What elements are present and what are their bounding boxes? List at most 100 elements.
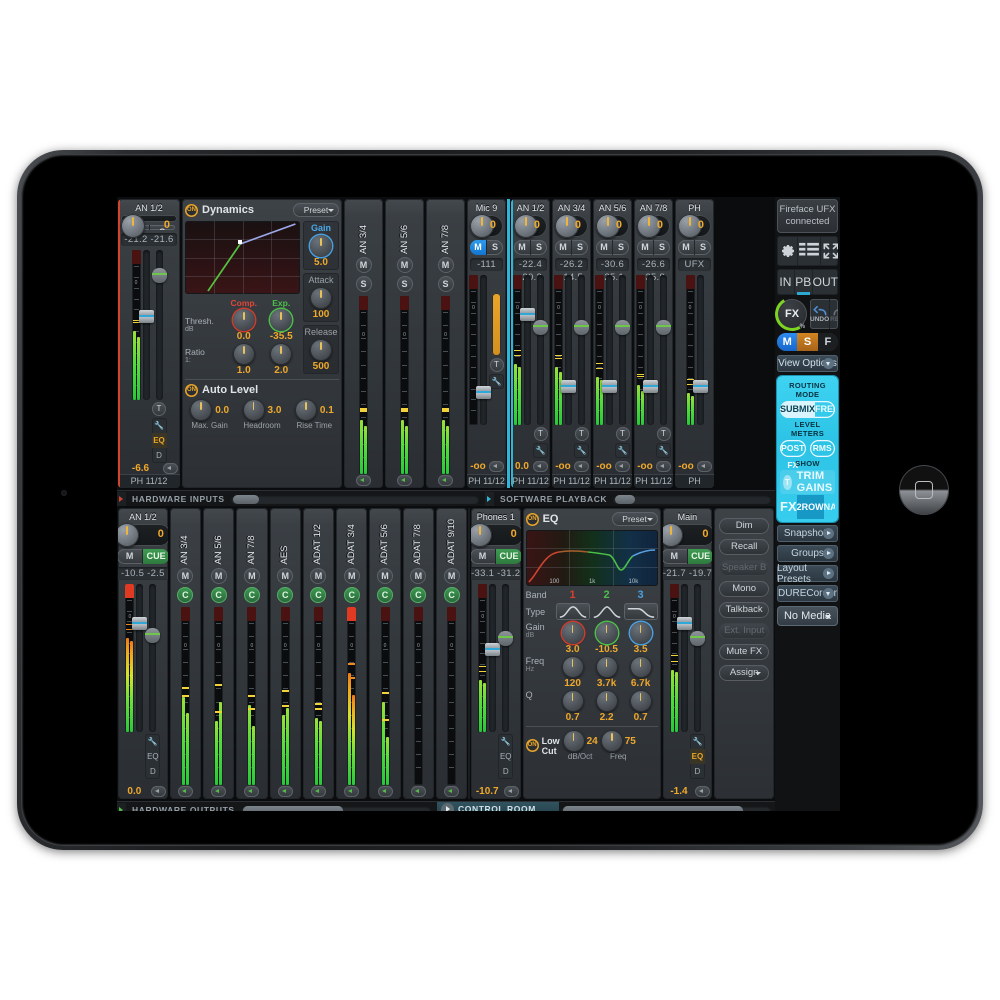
trim-knob[interactable] [662, 523, 684, 547]
eq-freq-knob[interactable] [595, 656, 618, 678]
trim-toggle-button[interactable]: T [152, 402, 166, 416]
trim-toggle-button[interactable]: T [656, 427, 671, 441]
dynamics-curve-handle[interactable] [237, 239, 242, 244]
trim-toggle-icon[interactable]: T [783, 474, 792, 490]
solo-button[interactable]: S [355, 275, 372, 292]
msf-f-button[interactable]: F [817, 333, 838, 351]
mute-button[interactable]: M [471, 549, 495, 564]
control-room-button[interactable]: Talkback [719, 602, 770, 618]
trim-knob-row[interactable]: 0 [514, 214, 547, 238]
dynamics-on-button[interactable]: ON [185, 203, 198, 217]
route-button[interactable] [697, 460, 712, 472]
volume-fader-slot[interactable] [676, 584, 692, 732]
control-room-button[interactable]: Speaker B [719, 560, 770, 576]
volume-fader-slot[interactable] [132, 584, 148, 732]
eq-button[interactable]: EQ [151, 433, 167, 448]
channel-strip[interactable]: ADAT 7/8 M C 0 [402, 508, 434, 799]
volume-fader-handle[interactable] [485, 643, 501, 656]
gain-fader-slot[interactable] [533, 275, 548, 425]
phones-assign-label[interactable]: PH 11/12 [634, 474, 673, 488]
scroll-thumb[interactable] [242, 805, 343, 811]
undo-button[interactable]: UNDO [810, 299, 829, 329]
channel-strip[interactable]: AN 3/4 M S 0 [344, 199, 383, 488]
control-room-button[interactable]: Mute FX [719, 644, 770, 660]
eq-freq-knob[interactable] [629, 656, 652, 678]
channel-strip[interactable]: Phones 1 0 M CUE -33.1 -31.2 0 🔧 EQ D -1… [470, 508, 521, 799]
fullscreen-icon[interactable] [820, 236, 838, 266]
channel-strip[interactable]: Main 0 M CUE -21.7 -19.7 0 🔧 EQ D -1.4 [662, 508, 713, 799]
comp-ratio-knob[interactable] [232, 343, 255, 365]
phones-assign-label[interactable]: PH 11/12 [118, 474, 180, 488]
io-tab-out[interactable]: OUT [811, 269, 838, 295]
cue-button[interactable]: C [310, 586, 327, 603]
volume-fader-handle[interactable] [602, 380, 617, 393]
route-button[interactable] [177, 786, 193, 798]
dynamics-preset-button[interactable]: Preset [293, 203, 339, 217]
io-tab-pb[interactable]: PB [793, 269, 812, 295]
route-button[interactable] [397, 475, 412, 487]
list-icon[interactable] [797, 236, 820, 266]
hardware-inputs-arrow-icon[interactable] [117, 492, 126, 506]
control-room-scrollbar[interactable] [561, 805, 771, 811]
eq-gain-knob[interactable] [561, 622, 584, 644]
list-button[interactable]: Groups [777, 545, 838, 562]
release-knob[interactable] [310, 339, 332, 361]
dynamics-button[interactable]: D [152, 448, 167, 463]
trim-knob-row[interactable]: 0 [118, 523, 168, 547]
eq-q-knob[interactable] [561, 690, 584, 712]
mute-button[interactable]: M [443, 567, 460, 584]
trim-knob-row[interactable]: 0 [678, 214, 711, 238]
fader-handle[interactable] [145, 628, 161, 643]
channel-strip[interactable]: ADAT 3/4 M C 0 [336, 508, 368, 799]
eq-preset-button[interactable]: Preset [611, 512, 658, 526]
mute-button[interactable]: M [355, 256, 372, 273]
mute-solo-toggle[interactable]: M S [596, 240, 629, 255]
show-option[interactable]: NAMES [824, 495, 835, 519]
low-cut-slope-knob[interactable] [562, 730, 585, 752]
channel-strip[interactable]: AN 7/8 0 M S -26.6 -35.8 0 T [634, 199, 673, 488]
trim-toggle-button[interactable]: T [533, 427, 548, 441]
trim-knob-row[interactable]: 0 [637, 214, 670, 238]
phones-assign-label[interactable]: PH [675, 474, 714, 488]
mute-button[interactable]: M [377, 567, 394, 584]
fader-handle[interactable] [615, 320, 630, 335]
chevron-right-icon[interactable] [823, 548, 834, 559]
cue-button[interactable]: C [243, 586, 260, 603]
channel-strip[interactable]: AN 7/8 M C 0 [236, 508, 268, 799]
route-button[interactable] [163, 463, 178, 474]
control-room-arrow-icon[interactable] [441, 802, 454, 811]
route-button[interactable] [150, 785, 166, 797]
eq-gain-knob[interactable] [629, 622, 652, 644]
low-cut-on-button[interactable]: ON [525, 739, 539, 752]
route-button[interactable] [503, 785, 519, 797]
volume-fader-slot[interactable] [602, 275, 617, 425]
trim-knob[interactable] [470, 523, 492, 547]
gain-fader-slot[interactable] [574, 275, 589, 425]
view-options-button[interactable]: View Options [777, 355, 838, 372]
mute-button[interactable]: M [663, 549, 687, 564]
mute-button[interactable]: M [410, 567, 427, 584]
cue-button[interactable]: C [343, 586, 360, 603]
cue-button[interactable]: C [377, 586, 394, 603]
eq-type-button[interactable] [590, 603, 624, 620]
channel-strip[interactable]: AN 1/2 0 M S -22.4 -20.3 0 T [511, 199, 550, 488]
mute-button[interactable]: M [596, 240, 612, 255]
fader-handle[interactable] [151, 268, 167, 283]
cue-button[interactable]: C [210, 586, 227, 603]
chevron-right-icon[interactable] [823, 528, 834, 539]
phones-assign-label[interactable]: PH 11/12 [593, 474, 632, 488]
volume-fader-handle[interactable] [676, 617, 692, 630]
trim-knob-row[interactable]: 0 [121, 214, 177, 238]
gain-fader-slot[interactable] [145, 584, 161, 732]
channel-strip[interactable]: AN 5/6 M C 0 [203, 508, 235, 799]
wrench-icon[interactable]: 🔧 [145, 734, 160, 749]
dynamics-curve-graph[interactable] [185, 221, 300, 294]
solo-button[interactable]: S [530, 240, 547, 255]
solo-button[interactable]: S [486, 240, 503, 255]
msf-m-button[interactable]: M [777, 333, 798, 351]
trim-toggle-button[interactable]: T [489, 358, 504, 372]
channel-strip[interactable]: AN 3/4 0 M S -26.2 -14.5 0 T [552, 199, 591, 488]
route-button[interactable] [377, 786, 393, 798]
mute-button[interactable]: M [437, 256, 454, 273]
home-button[interactable] [899, 465, 949, 515]
